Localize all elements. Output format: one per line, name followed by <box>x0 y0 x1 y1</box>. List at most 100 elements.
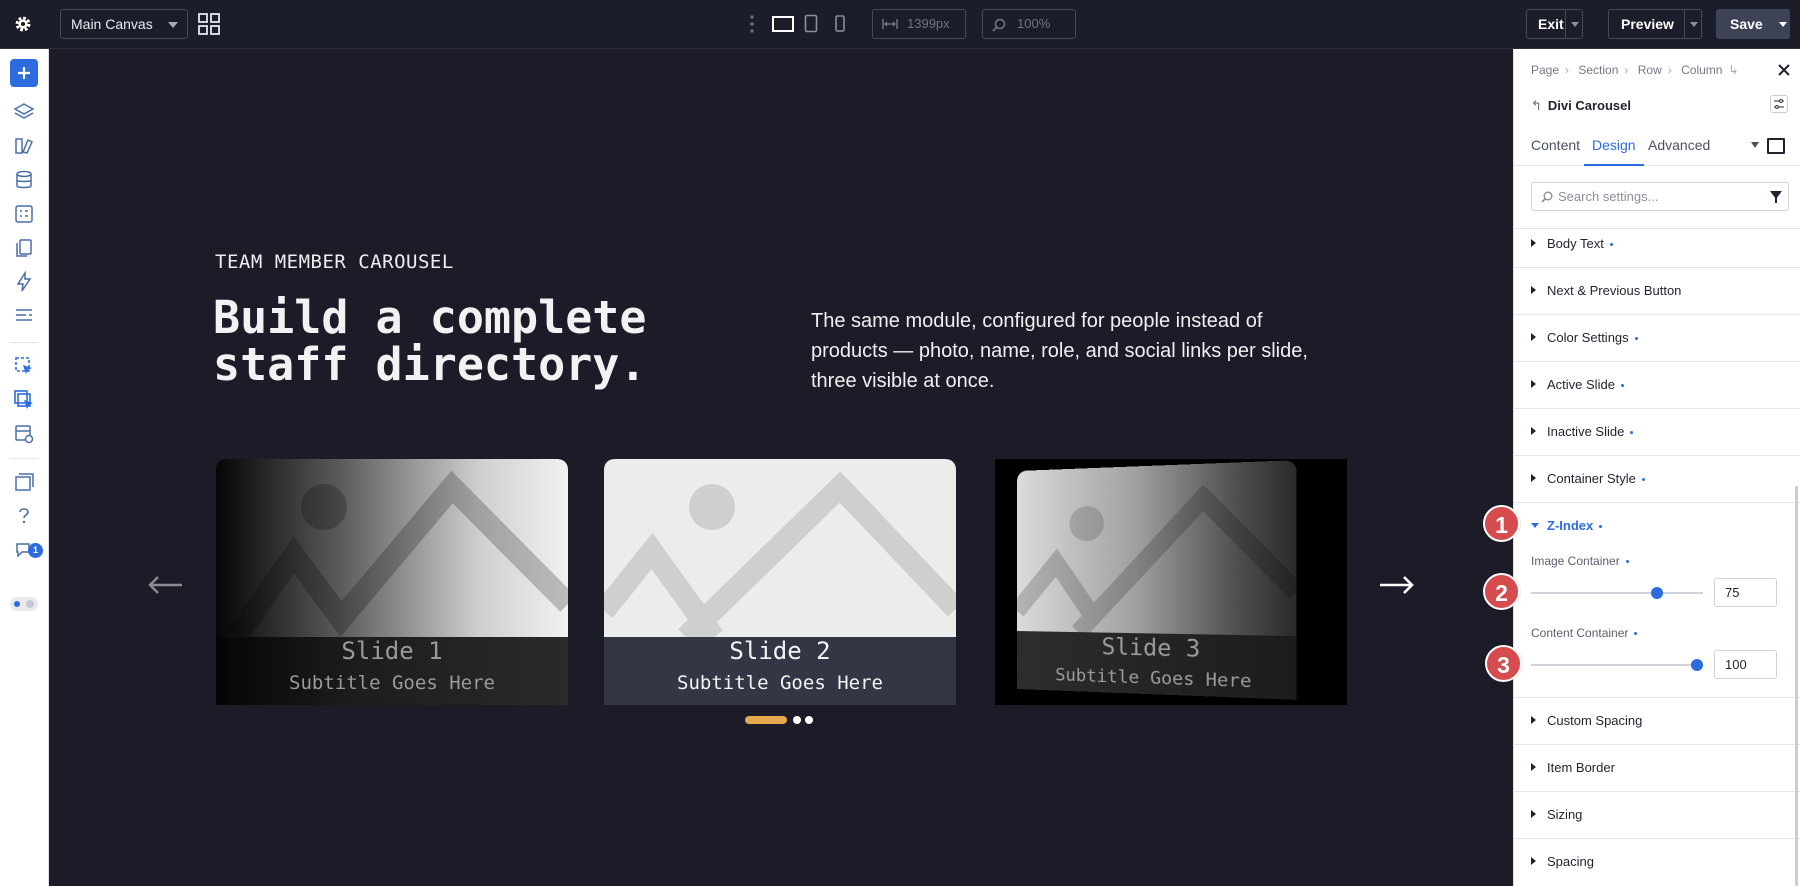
settings-panel: Page › Section › Row › Column ↳ ↰ Divi Carous… <box>1513 49 1800 886</box>
panel-scrollbar[interactable] <box>1795 486 1798 886</box>
modified-dot <box>1641 478 1645 482</box>
slide-caption: Slide 3 Subtitle Goes Here <box>1017 631 1297 700</box>
breadcrumb-row[interactable]: Row <box>1638 63 1662 77</box>
settings-search-input[interactable]: Search settings... <box>1531 182 1789 211</box>
exit-button[interactable]: Exit <box>1526 9 1583 39</box>
breadcrumb: Page › Section › Row › Column ↳ <box>1531 63 1745 77</box>
caret-right-icon <box>1531 333 1536 341</box>
layers-icon[interactable] <box>13 101 35 123</box>
caret-right-icon <box>1531 380 1536 388</box>
tablet-view-icon[interactable] <box>804 14 818 34</box>
field-label-text: Image Container <box>1531 554 1620 568</box>
tab-advanced[interactable]: Advanced <box>1648 133 1710 166</box>
section-divider <box>1514 361 1800 362</box>
slide-tilted-card: Slide 3 Subtitle Goes Here <box>1017 460 1297 700</box>
carousel-slide-inactive[interactable]: Slide 3 Subtitle Goes Here <box>995 459 1347 705</box>
section-divider <box>1514 408 1800 409</box>
preview-button[interactable]: Preview <box>1608 9 1702 39</box>
content-container-input[interactable]: 100 <box>1714 650 1777 679</box>
slide-title: Slide 2 <box>729 637 831 665</box>
section-intro-text: The same module, configured for people i… <box>811 310 1308 392</box>
section-headline: Build a complete staff directory. <box>213 291 647 391</box>
chevron-right-icon: › <box>1624 63 1629 77</box>
return-arrow-icon: ↳ <box>1728 63 1739 77</box>
settings-tabs: Content Design Advanced <box>1514 133 1800 166</box>
modified-dot <box>1609 243 1613 247</box>
image-placeholder-icon <box>227 470 568 637</box>
zoom-field[interactable]: 100% <box>982 9 1076 39</box>
design-library-icon[interactable] <box>13 135 35 157</box>
back-arrow-icon[interactable]: ↰ <box>1531 98 1542 113</box>
database-icon[interactable] <box>13 169 35 191</box>
pagination-dot[interactable] <box>805 716 813 724</box>
group-label: Color Settings <box>1547 330 1629 345</box>
next-arrow-icon[interactable] <box>1379 576 1415 594</box>
list-settings-icon[interactable] <box>13 305 35 327</box>
select-module-icon[interactable] <box>13 355 35 377</box>
content-container-slider[interactable] <box>1531 659 1703 671</box>
add-module-button[interactable] <box>10 59 38 87</box>
view-mode-icon[interactable] <box>1767 138 1785 154</box>
caret-right-icon <box>1531 427 1536 435</box>
image-container-slider[interactable] <box>1531 587 1703 599</box>
slide-caption: Slide 2 Subtitle Goes Here <box>604 637 956 705</box>
carousel-slide[interactable]: Slide 1 Subtitle Goes Here <box>216 459 568 705</box>
caret-right-icon <box>1531 474 1536 482</box>
previous-arrow-icon[interactable] <box>147 576 183 594</box>
chevron-down-icon <box>168 22 178 28</box>
tab-design[interactable]: Design <box>1584 133 1644 166</box>
modified-dot <box>1599 525 1603 529</box>
chevron-down-icon[interactable] <box>1751 142 1759 148</box>
pagination-dot[interactable] <box>793 716 801 724</box>
select-multiple-icon[interactable] <box>13 389 35 411</box>
group-label: Container Style <box>1547 471 1636 486</box>
desktop-view-icon[interactable] <box>772 14 794 34</box>
theme-toggle[interactable] <box>10 597 38 611</box>
section-divider <box>1514 791 1800 792</box>
help-icon[interactable] <box>13 505 35 527</box>
breadcrumb-column[interactable]: Column <box>1681 63 1722 77</box>
pages-icon[interactable] <box>13 237 35 259</box>
phone-view-icon[interactable] <box>834 14 846 34</box>
search-placeholder: Search settings... <box>1558 189 1659 204</box>
lightning-icon[interactable] <box>13 271 35 293</box>
search-icon <box>1541 191 1553 203</box>
module-title: ↰ Divi Carousel <box>1531 98 1631 114</box>
layouts-icon[interactable] <box>13 471 35 493</box>
save-button[interactable]: Save <box>1716 9 1790 39</box>
section-divider <box>1514 502 1800 503</box>
database-settings-icon[interactable] <box>13 423 35 445</box>
breadcrumb-page[interactable]: Page <box>1531 63 1559 77</box>
slider-handle[interactable] <box>1691 659 1703 671</box>
exit-dropdown-icon[interactable] <box>1571 22 1579 27</box>
canvas-select[interactable]: Main Canvas <box>60 9 188 39</box>
sidebar-divider <box>10 342 38 343</box>
modified-dot <box>1630 431 1634 435</box>
image-container-input[interactable]: 75 <box>1714 578 1777 607</box>
carousel-slide-active[interactable]: Slide 2 Subtitle Goes Here <box>604 459 956 705</box>
more-vertical-icon[interactable] <box>748 14 756 34</box>
group-label: Spacing <box>1547 854 1594 869</box>
plus-icon <box>18 67 30 79</box>
preview-dropdown-icon[interactable] <box>1690 22 1698 27</box>
group-label: Body Text <box>1547 236 1604 251</box>
save-dropdown-icon[interactable] <box>1779 22 1787 27</box>
tab-content[interactable]: Content <box>1531 133 1580 166</box>
filter-icon[interactable] <box>1770 191 1782 203</box>
canvas-select-value: Main Canvas <box>71 16 153 32</box>
slider-handle[interactable] <box>1651 587 1663 599</box>
module-options-button[interactable] <box>1770 95 1788 113</box>
slide-image-placeholder <box>1017 460 1297 637</box>
presets-icon[interactable] <box>13 203 35 225</box>
group-label: Z-Index <box>1547 518 1594 533</box>
gear-icon[interactable] <box>12 13 34 35</box>
layout-grid-icon[interactable] <box>198 13 220 35</box>
slide-image-placeholder <box>216 459 568 637</box>
pagination-active-dot[interactable] <box>745 716 787 724</box>
canvas-width-field[interactable]: 1399px <box>872 9 966 39</box>
close-icon[interactable] <box>1777 63 1791 77</box>
slide-subtitle: Subtitle Goes Here <box>677 672 883 694</box>
sidebar-divider <box>10 458 38 459</box>
section-divider <box>1514 455 1800 456</box>
breadcrumb-section[interactable]: Section <box>1578 63 1618 77</box>
